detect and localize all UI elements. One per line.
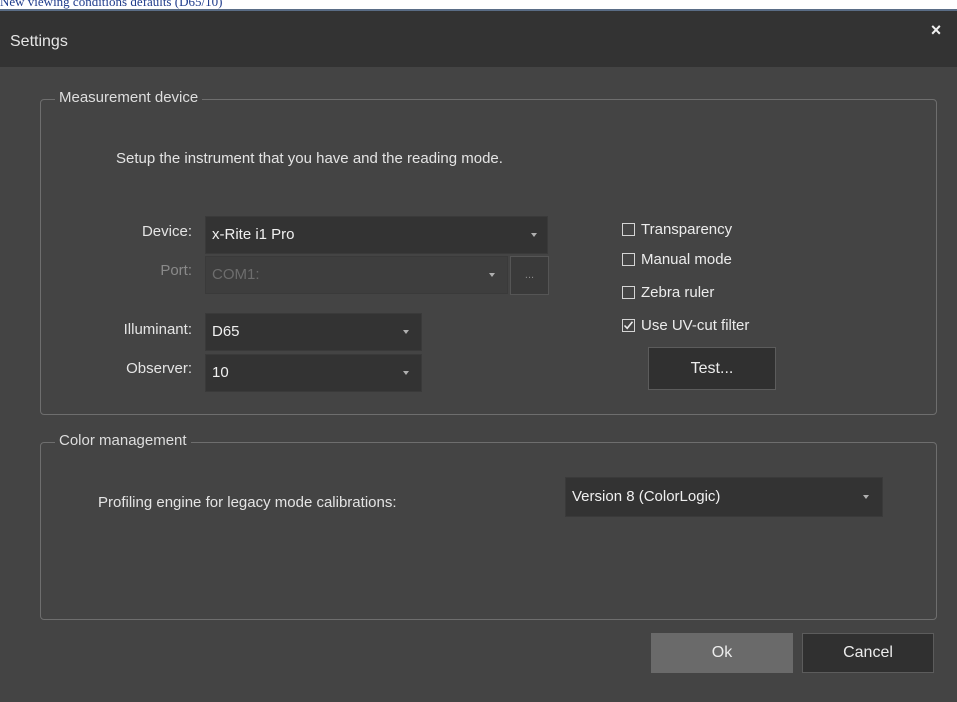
chevron-down-icon: [403, 330, 409, 334]
uv-cut-filter-checkbox[interactable]: Use UV-cut filter: [622, 316, 792, 338]
observer-select[interactable]: 10: [205, 354, 422, 392]
chevron-down-icon: [403, 371, 409, 375]
cancel-button-label: Cancel: [843, 644, 893, 661]
port-select-value: COM1:: [212, 266, 260, 283]
profiling-engine-select[interactable]: Version 8 (ColorLogic): [565, 477, 883, 517]
illuminant-select[interactable]: D65: [205, 313, 422, 351]
device-select[interactable]: x-Rite i1 Pro: [205, 216, 548, 254]
cancel-button[interactable]: Cancel: [802, 633, 934, 673]
illuminant-select-value: D65: [212, 323, 240, 340]
measurement-intro-text: Setup the instrument that you have and t…: [116, 150, 503, 167]
chevron-down-icon: [531, 233, 537, 237]
illuminant-label: Illuminant:: [123, 321, 192, 338]
profiling-engine-label: Profiling engine for legacy mode calibra…: [98, 494, 397, 511]
color-management-legend: Color management: [55, 431, 191, 451]
port-browse-button[interactable]: ...: [510, 256, 549, 295]
device-label: Device:: [141, 223, 192, 240]
test-button-label: Test...: [690, 360, 734, 377]
observer-label: Observer:: [126, 360, 192, 377]
transparency-checkbox[interactable]: Transparency: [622, 220, 782, 242]
checkbox-box: [622, 253, 635, 266]
zebra-ruler-label: Zebra ruler: [641, 284, 715, 301]
observer-select-value: 10: [212, 364, 229, 381]
test-button[interactable]: Test...: [648, 347, 776, 390]
port-select[interactable]: COM1:: [205, 256, 508, 294]
profiling-engine-value: Version 8 (ColorLogic): [572, 488, 721, 505]
measurement-device-legend: Measurement device: [55, 88, 203, 108]
checkbox-box: [622, 319, 635, 332]
device-select-value: x-Rite i1 Pro: [212, 226, 295, 243]
checkbox-box: [622, 223, 635, 236]
ok-button-label: Ok: [711, 644, 733, 661]
dialog-title: Settings: [10, 33, 68, 50]
uv-cut-filter-label: Use UV-cut filter: [641, 317, 750, 334]
close-icon[interactable]: ×: [925, 19, 947, 41]
page-caption: New viewing conditions defaults (D65/10): [0, 0, 223, 9]
settings-dialog: Settings × Measurement device Setup the …: [0, 9, 957, 702]
manual-mode-checkbox[interactable]: Manual mode: [622, 250, 782, 272]
manual-mode-label: Manual mode: [641, 251, 732, 268]
checkbox-box: [622, 286, 635, 299]
color-management-group: Color management: [40, 431, 937, 620]
chevron-down-icon: [863, 495, 869, 499]
ok-button[interactable]: Ok: [651, 633, 793, 673]
port-browse-label: ...: [524, 269, 535, 281]
zebra-ruler-checkbox[interactable]: Zebra ruler: [622, 283, 782, 305]
checkmark-icon: [623, 321, 634, 330]
chevron-down-icon: [489, 273, 495, 277]
transparency-label: Transparency: [641, 221, 733, 238]
title-bar: Settings ×: [0, 11, 957, 67]
port-label: Port:: [160, 262, 192, 279]
